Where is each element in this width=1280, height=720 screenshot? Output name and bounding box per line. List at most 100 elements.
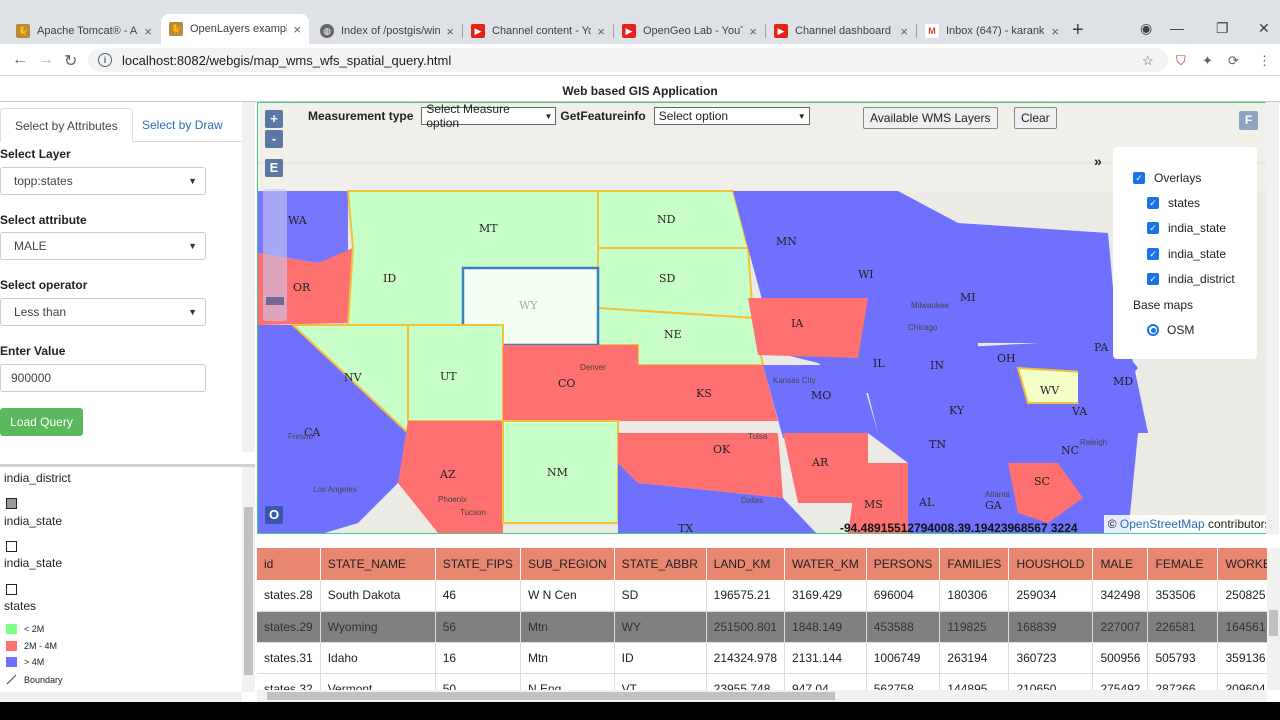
table-cell: 259034	[1008, 580, 1094, 612]
state-label: KS	[696, 387, 712, 400]
scroll-thumb[interactable]	[244, 507, 253, 675]
browser-tab[interactable]: ▶ Channel dashboard - ×	[766, 18, 916, 44]
zoom-slider[interactable]	[263, 189, 287, 321]
legend-color	[6, 624, 17, 634]
state-label: CO	[558, 377, 576, 390]
layer-checkbox-row[interactable]: ✓ india_district	[1147, 272, 1235, 286]
column-header[interactable]: STATE_NAME	[320, 548, 436, 580]
osm-link[interactable]: OpenStreetMap	[1120, 517, 1205, 531]
browser-tab[interactable]: ◍ Index of /postgis/wind ×	[312, 18, 462, 44]
tab-search-icon[interactable]: ◉	[1140, 20, 1152, 37]
zoom-out-button[interactable]: -	[265, 130, 283, 148]
column-header[interactable]: MALE	[1092, 548, 1149, 580]
close-icon[interactable]: ×	[446, 24, 454, 39]
column-header[interactable]: HOUSHOLD	[1008, 548, 1094, 580]
map-view[interactable]: WA OR ID MT ND SD WY NE NV UT CO KS CA AZ NM OK MN WI IA IL…	[257, 102, 1279, 534]
radio-selected-icon[interactable]	[1147, 324, 1159, 336]
o-button[interactable]: O	[265, 506, 283, 524]
close-icon[interactable]: ×	[749, 24, 757, 39]
layer-checkbox-row[interactable]: ✓ states	[1147, 196, 1200, 210]
close-icon[interactable]: ×	[597, 24, 605, 39]
scroll-thumb[interactable]	[1269, 610, 1278, 636]
clear-button[interactable]: Clear	[1014, 107, 1057, 129]
table-cell: VT	[614, 673, 707, 690]
attribute-select[interactable]: MALE ▼	[0, 232, 206, 260]
state-label: OR	[293, 281, 311, 294]
legend-hscrollbar[interactable]	[0, 692, 242, 702]
table-scrollbar[interactable]	[1267, 548, 1280, 690]
checkbox-checked-icon[interactable]: ✓	[1147, 273, 1159, 285]
column-header[interactable]: FEMALE	[1147, 548, 1219, 580]
minimize-icon[interactable]: —	[1170, 20, 1184, 36]
getfeatureinfo-select[interactable]: Select option ▼	[653, 107, 810, 125]
table-row[interactable]: states.31 Idaho 16 Mtn ID 214324.978 2131.144 1…	[257, 642, 1267, 674]
operator-select[interactable]: Less than ▼	[0, 298, 206, 326]
checkbox-checked-icon[interactable]: ✓	[1147, 222, 1159, 234]
puzzle-icon[interactable]: ✦	[1202, 53, 1213, 69]
osm-radio-row[interactable]: OSM	[1147, 323, 1194, 337]
window-close-icon[interactable]: ✕	[1258, 20, 1270, 37]
table-row[interactable]: states.32 Vermont 50 N Eng VT 23955.748 947.04…	[257, 673, 1267, 690]
tab-select-by-attributes[interactable]: Select by Attributes	[0, 108, 133, 142]
close-icon[interactable]: ×	[293, 22, 301, 37]
maximize-icon[interactable]: ❐	[1216, 20, 1229, 37]
column-header[interactable]: id	[257, 548, 321, 580]
table-row[interactable]: states.28 South Dakota 46 W N Cen SD 196575.2…	[257, 580, 1267, 612]
load-query-button[interactable]: Load Query	[0, 408, 83, 436]
column-header[interactable]: SUB_REGION	[520, 548, 615, 580]
table-cell: 227007	[1092, 611, 1149, 643]
browser-tab-active[interactable]: 🐈 OpenLayers example ×	[161, 14, 309, 44]
query-panel: Select by Attributes Select by Draw Sele…	[0, 102, 255, 702]
column-header[interactable]: LAND_KM	[706, 548, 786, 580]
legend-scrollbar[interactable]	[242, 467, 255, 692]
column-header[interactable]: PERSONS	[866, 548, 941, 580]
tab-select-by-draw[interactable]: Select by Draw	[128, 108, 237, 142]
value-input[interactable]: 900000	[0, 364, 206, 392]
table-row[interactable]: states.29 Wyoming 56 Mtn WY 251500.801 1848.14…	[257, 611, 1267, 643]
state-label: PA	[1094, 341, 1109, 354]
table-cell: ID	[614, 642, 707, 674]
overlays-checkbox-row[interactable]: ✓ Overlays	[1133, 171, 1201, 185]
checkbox-checked-icon[interactable]: ✓	[1147, 248, 1159, 260]
close-icon[interactable]: ×	[1051, 24, 1059, 39]
info-icon[interactable]: i	[98, 53, 112, 67]
collapse-layer-switcher-button[interactable]: »	[1094, 153, 1102, 169]
table-hscrollbar[interactable]	[257, 690, 1267, 702]
close-icon[interactable]: ×	[900, 24, 908, 39]
column-header[interactable]: STATE_ABBR	[614, 548, 707, 580]
column-header[interactable]: WATER_KM	[784, 548, 867, 580]
panel-scrollbar[interactable]	[242, 102, 255, 452]
layer-checkbox-row[interactable]: ✓ india_state	[1147, 221, 1226, 235]
column-header[interactable]: WORKERS	[1217, 548, 1267, 580]
address-bar[interactable]: i localhost:8082/webgis/map_wms_wfs_spat…	[88, 48, 1168, 72]
zoom-slider-handle[interactable]	[266, 297, 284, 305]
measure-select[interactable]: Select Measure option ▼	[421, 103, 557, 130]
new-tab-icon[interactable]: +	[1072, 19, 1084, 42]
browser-tab[interactable]: ▶ OpenGeo Lab - YouTu ×	[614, 18, 765, 44]
browser-tab[interactable]: ▶ Channel content - You ×	[463, 18, 613, 44]
browser-tab[interactable]: 🐈 Apache Tomcat® - Ap ×	[8, 18, 160, 44]
browser-tab[interactable]: M Inbox (647) - karankm ×	[917, 18, 1067, 44]
menu-icon[interactable]: ⋮	[1258, 53, 1271, 69]
sync-icon[interactable]: ⟳	[1228, 53, 1239, 69]
forward-icon[interactable]: →	[38, 51, 54, 69]
reload-icon[interactable]: ↻	[64, 51, 77, 71]
layer-select[interactable]: topp:states ▼	[0, 167, 206, 195]
available-wms-layers-button[interactable]: Available WMS Layers	[863, 107, 998, 129]
checkbox-checked-icon[interactable]: ✓	[1133, 172, 1145, 184]
back-icon[interactable]: ←	[12, 51, 28, 69]
state-label: ID	[383, 272, 397, 285]
e-button[interactable]: E	[265, 159, 283, 177]
close-icon[interactable]: ×	[144, 24, 152, 39]
state-label: OK	[713, 443, 731, 456]
scroll-thumb[interactable]	[267, 692, 835, 700]
f-button[interactable]: F	[1239, 111, 1258, 130]
extension-icon[interactable]: ⛉	[1176, 53, 1186, 69]
column-header[interactable]: FAMILIES	[939, 548, 1010, 580]
map-scrollbar[interactable]	[1266, 102, 1279, 534]
checkbox-checked-icon[interactable]: ✓	[1147, 197, 1159, 209]
column-header[interactable]: STATE_FIPS	[435, 548, 521, 580]
layer-checkbox-row[interactable]: ✓ india_state	[1147, 247, 1226, 261]
star-icon[interactable]: ☆	[1142, 53, 1154, 69]
zoom-in-button[interactable]: +	[265, 110, 283, 128]
